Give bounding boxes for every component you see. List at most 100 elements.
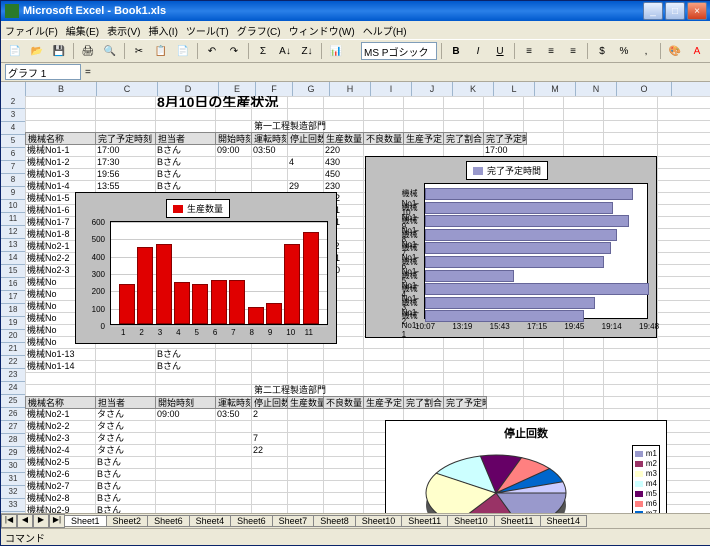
menu-item[interactable]: 挿入(I) [148, 23, 177, 38]
cell[interactable]: 03:50 [251, 144, 289, 155]
cell[interactable]: 完了割合 [403, 396, 447, 409]
cell[interactable]: 機械No2-5 [25, 456, 97, 467]
cell[interactable]: 第二工程製造部門 [215, 384, 365, 395]
undo-icon[interactable]: ↶ [202, 41, 222, 61]
cell[interactable]: 第一工程製造部門 [215, 120, 365, 131]
menu-item[interactable]: 編集(E) [66, 23, 99, 38]
align-center-icon[interactable]: ≡ [541, 41, 561, 61]
cell[interactable] [215, 168, 253, 179]
sheet-tab[interactable]: Sheet11 [401, 515, 448, 527]
cell[interactable]: Bさん [155, 180, 217, 191]
cell[interactable]: 機械No2-9 [25, 504, 97, 513]
row-header[interactable]: 21 [1, 343, 25, 356]
col-header[interactable]: O [617, 82, 672, 96]
cell[interactable]: 生産予定 [363, 396, 407, 409]
cell[interactable]: タさん [95, 420, 157, 431]
col-header[interactable]: L [494, 82, 535, 96]
cell[interactable]: 220 [323, 144, 365, 155]
cell[interactable]: 09:00 [155, 408, 217, 419]
copy-icon[interactable]: 📋 [151, 41, 171, 61]
new-icon[interactable]: 📄 [5, 41, 25, 61]
cell[interactable] [215, 432, 253, 443]
cell[interactable]: Bさん [155, 144, 217, 155]
row-header[interactable]: 19 [1, 317, 25, 330]
menu-item[interactable]: 表示(V) [107, 23, 140, 38]
sheet-tab[interactable]: Sheet4 [189, 515, 232, 527]
row-header[interactable]: 6 [1, 148, 25, 161]
row-header[interactable]: 7 [1, 161, 25, 174]
row-header[interactable]: 25 [1, 395, 25, 408]
row-header[interactable]: 33 [1, 499, 25, 512]
cell[interactable] [155, 480, 217, 491]
row-header[interactable]: 28 [1, 434, 25, 447]
cell[interactable] [155, 420, 217, 431]
cell[interactable]: 2 [251, 408, 289, 419]
tab-first-icon[interactable]: |◀ [1, 514, 17, 528]
sheet-tab[interactable]: Sheet14 [540, 515, 588, 527]
cell[interactable] [215, 444, 253, 455]
cell[interactable]: 19:56 [95, 168, 157, 179]
sheet-tab[interactable]: Sheet8 [313, 515, 356, 527]
percent-icon[interactable]: % [614, 41, 634, 61]
cell[interactable]: 生産予定 [403, 132, 447, 145]
cell[interactable]: Bさん [95, 480, 157, 491]
row-header[interactable]: 29 [1, 447, 25, 460]
font-selector[interactable]: MS Pゴシック [361, 42, 437, 60]
row-header[interactable]: 27 [1, 421, 25, 434]
row-header[interactable]: 14 [1, 252, 25, 265]
cell[interactable]: Bさん [95, 468, 157, 479]
cell[interactable] [251, 420, 289, 431]
row-header[interactable]: 17 [1, 291, 25, 304]
currency-icon[interactable]: $ [592, 41, 612, 61]
cell[interactable]: 機械No1-13 [25, 348, 97, 359]
cell[interactable]: 8月10日の生産状況 [155, 96, 325, 107]
chart-production-qty[interactable]: 生産数量01002003004005006001234567891011 [75, 192, 337, 344]
cell[interactable]: 機械No1-14 [25, 360, 97, 371]
row-header[interactable]: 26 [1, 408, 25, 421]
row-header[interactable]: 32 [1, 486, 25, 499]
cell[interactable]: タさん [95, 432, 157, 443]
sheet-tab[interactable]: Sheet7 [272, 515, 315, 527]
cell[interactable] [287, 168, 325, 179]
align-left-icon[interactable]: ≡ [519, 41, 539, 61]
cell[interactable]: Bさん [95, 492, 157, 503]
menu-item[interactable]: ファイル(F) [5, 23, 58, 38]
cell[interactable]: 不良数量 [323, 396, 367, 409]
cell[interactable]: タさん [95, 444, 157, 455]
cell[interactable]: 13:55 [95, 180, 157, 191]
cell[interactable]: 機械No2-3 [25, 432, 97, 443]
row-header[interactable]: 22 [1, 356, 25, 369]
cut-icon[interactable]: ✂ [129, 41, 149, 61]
row-header[interactable]: 23 [1, 369, 25, 382]
cell[interactable] [251, 480, 289, 491]
row-header[interactable]: 10 [1, 200, 25, 213]
font-color-icon[interactable]: A [687, 41, 707, 61]
name-box[interactable] [5, 64, 81, 80]
chart-icon[interactable]: 📊 [326, 41, 346, 61]
paste-icon[interactable]: 📄 [173, 41, 193, 61]
cell[interactable] [215, 180, 253, 191]
cell[interactable] [251, 468, 289, 479]
cell[interactable]: 17:30 [95, 156, 157, 167]
tab-next-icon[interactable]: ▶ [33, 514, 49, 528]
cell[interactable] [215, 492, 253, 503]
cell[interactable] [251, 456, 289, 467]
cell[interactable] [155, 456, 217, 467]
sheet-tab[interactable]: Sheet10 [355, 515, 403, 527]
col-header[interactable]: D [158, 82, 219, 96]
cell[interactable]: 430 [323, 156, 365, 167]
row-header[interactable]: 31 [1, 473, 25, 486]
chart-completion-time[interactable]: 完了予定時間機械No1-10機械No1-9機械No1-8機械No1-7機械No1… [365, 156, 657, 338]
sheet-tab[interactable]: Sheet1 [64, 515, 107, 527]
cell[interactable] [251, 492, 289, 503]
cell[interactable] [155, 504, 217, 513]
cell[interactable]: 完了予定時刻(時間外) [443, 396, 487, 409]
row-header[interactable]: 16 [1, 278, 25, 291]
sum-icon[interactable]: Σ [253, 41, 273, 61]
col-header[interactable]: F [256, 82, 293, 96]
row-header[interactable]: 24 [1, 382, 25, 395]
cell[interactable]: 17:00 [483, 144, 525, 155]
menu-item[interactable]: ツール(T) [186, 23, 229, 38]
col-header[interactable]: M [535, 82, 576, 96]
sheet-tab[interactable]: Sheet2 [106, 515, 149, 527]
